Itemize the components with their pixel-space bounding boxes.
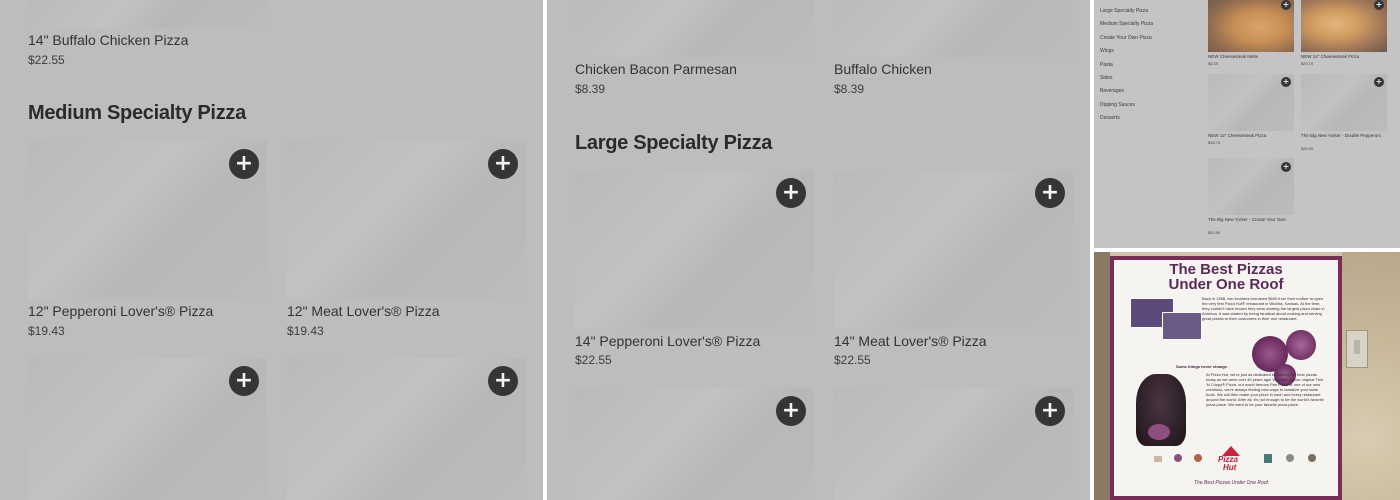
item-name[interactable]: Chicken Bacon Parmesan (575, 61, 737, 77)
poster-body-1: Back in 1958, two brothers borrowed $600… (1202, 296, 1325, 321)
item-price: $19.43 (287, 324, 324, 338)
product-image[interactable] (834, 0, 1073, 57)
item-price: $8.39 (834, 82, 865, 96)
menu-panel-medium-specialty: 14" Buffalo Chicken Pizza $22.55 Medium … (0, 0, 543, 500)
item-price: $19.43 (28, 324, 65, 338)
item-name[interactable]: NEW Cheesesteak Melts (1208, 54, 1258, 59)
item-name[interactable]: 12" Pepperoni Lover's® Pizza (28, 303, 213, 319)
food-icon (1174, 454, 1182, 462)
poster-title-line2: Under One Roof (1168, 276, 1284, 293)
add-item-button[interactable]: + (1281, 162, 1291, 172)
item-price: $22.55 (575, 353, 612, 367)
section-title: Medium Specialty Pizza (28, 102, 246, 124)
food-icon (1308, 454, 1316, 462)
category-link[interactable]: Wings (1100, 48, 1114, 54)
wall-pattern (1342, 252, 1400, 500)
category-link[interactable]: Medium Specialty Pizza (1100, 21, 1153, 27)
food-icon (1286, 454, 1294, 462)
food-icon (1194, 454, 1202, 462)
item-price: $8.39 (575, 82, 606, 96)
pizza-image (1286, 330, 1316, 360)
section-title: Large Specialty Pizza (575, 132, 773, 154)
add-item-button[interactable]: + (488, 149, 518, 179)
item-name[interactable]: 14" Pepperoni Lover's® Pizza (575, 333, 760, 349)
menu-panel-overview: Large Specialty Pizza Medium Specialty P… (1094, 0, 1400, 248)
item-name[interactable]: Buffalo Chicken (834, 61, 932, 77)
poster-subheading: Some things never change. (1176, 364, 1229, 369)
poster-frame: The Best Pizzas Under One Roof Back in 1… (1110, 256, 1342, 500)
pizza-slice-image (1148, 424, 1170, 440)
menu-panel-large-specialty: Chicken Bacon Parmesan $8.39 Buffalo Chi… (547, 0, 1090, 500)
item-name[interactable]: The Big New Yorker - Create Your Own (1208, 217, 1292, 223)
add-item-button[interactable]: + (1374, 0, 1384, 10)
item-name[interactable]: NEW 12" Cheesesteak Pizza (1208, 133, 1266, 138)
product-image[interactable] (28, 0, 267, 28)
category-link[interactable]: Beverages (1100, 88, 1124, 94)
item-name[interactable]: NEW 14" Cheesesteak Pizza (1301, 54, 1359, 59)
add-item-button[interactable]: + (1035, 396, 1065, 426)
poster-logo-line2: Hut (1223, 463, 1237, 472)
add-item-button[interactable]: + (1374, 77, 1384, 87)
switch-toggle (1354, 340, 1360, 354)
item-price: $22.55 (28, 53, 65, 67)
category-link[interactable]: Sides (1100, 75, 1113, 81)
add-item-button[interactable]: + (1035, 178, 1065, 208)
add-item-button[interactable]: + (229, 149, 259, 179)
restaurant-photo (1162, 312, 1202, 340)
item-price: $20.59 (1301, 146, 1314, 151)
poster-photo: The Best Pizzas Under One Roof Back in 1… (1094, 252, 1400, 500)
poster-body-2: At Pizza Hut, we're just as dedicated to… (1206, 372, 1324, 407)
food-icon (1264, 454, 1272, 463)
poster-footer: The Best Pizzas Under One Roof. (1194, 480, 1270, 486)
item-price: $8.39 (1208, 61, 1219, 66)
poster-title-line1: The Best Pizzas (1169, 261, 1283, 278)
item-price: $22.55 (834, 353, 871, 367)
item-price: $20.19 (1301, 61, 1314, 66)
item-price: $16.79 (1208, 140, 1221, 145)
item-name[interactable]: 12" Meat Lover's® Pizza (287, 303, 440, 319)
add-item-button[interactable]: + (1281, 77, 1291, 87)
poster: The Best Pizzas Under One Roof Back in 1… (1114, 260, 1338, 496)
food-icon (1154, 456, 1162, 462)
category-link[interactable]: Dipping Sauces (1100, 102, 1135, 108)
category-link[interactable]: Large Specialty Pizza (1100, 8, 1148, 14)
product-image[interactable] (575, 0, 814, 57)
add-item-button[interactable]: + (229, 366, 259, 396)
wall-edge (1094, 252, 1110, 500)
add-item-button[interactable]: + (776, 396, 806, 426)
category-link[interactable]: Create Your Own Pizza (1100, 35, 1152, 41)
category-link[interactable]: Desserts (1100, 115, 1120, 121)
item-price: $20.59 (1208, 230, 1221, 235)
add-item-button[interactable]: + (1281, 0, 1291, 10)
item-name[interactable]: The Big New Yorker - Double Pepperoni (1301, 133, 1385, 139)
item-name[interactable]: 14" Buffalo Chicken Pizza (28, 32, 188, 48)
category-link[interactable]: Pasta (1100, 62, 1113, 68)
add-item-button[interactable]: + (488, 366, 518, 396)
add-item-button[interactable]: + (776, 178, 806, 208)
item-name[interactable]: 14" Meat Lover's® Pizza (834, 333, 987, 349)
